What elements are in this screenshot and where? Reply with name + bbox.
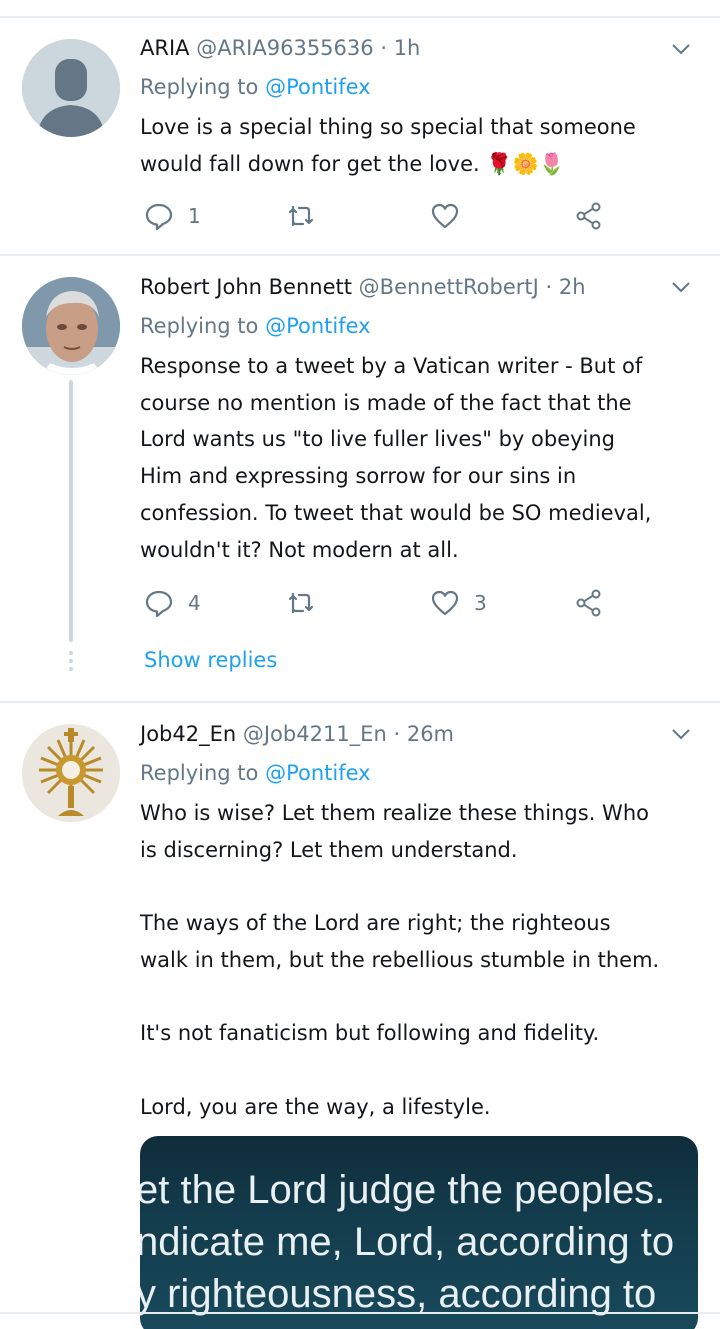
tweet-text: Who is wise? Let them realize these thin… xyxy=(140,795,698,1125)
tweet-media-image[interactable]: et the Lord judge the peoples. ndicate m… xyxy=(140,1136,698,1329)
action-bar: 4 3 xyxy=(140,586,620,620)
bottom-divider xyxy=(0,1312,720,1314)
user-handle[interactable]: @Job4211_En xyxy=(243,722,387,746)
tweet-text-line: Response to a tweet by a Vatican writer … xyxy=(140,354,643,378)
tweet-text-line xyxy=(140,868,698,905)
retweet-icon xyxy=(288,592,314,614)
tweet-text-line: It's not fanaticism but following and fi… xyxy=(140,1021,600,1046)
chevron-down-icon[interactable] xyxy=(670,723,692,745)
share-icon xyxy=(576,202,601,230)
heart-icon xyxy=(431,203,459,229)
share-button[interactable] xyxy=(574,586,604,620)
avatar-robert-john-bennett[interactable] xyxy=(22,277,120,375)
thread-dot xyxy=(69,659,73,663)
reply-count: 4 xyxy=(188,591,201,615)
user-handle[interactable]: @ARIA96355636 xyxy=(196,36,373,60)
tweet-text-line: Lord, you are the way, a lifestyle. xyxy=(140,1094,491,1119)
share-button[interactable] xyxy=(574,199,604,233)
tweet-text: Love is a special thing so special that … xyxy=(140,109,698,182)
thread-dot xyxy=(69,651,73,655)
like-button[interactable]: 3 xyxy=(430,586,487,620)
tweet-text-line: Love is a special thing so special that … xyxy=(140,115,636,139)
media-text-line: ndicate me, Lord, according to xyxy=(140,1220,675,1264)
tweet-text-line: is discerning? Let them understand. xyxy=(140,837,518,862)
like-button[interactable] xyxy=(430,199,460,233)
tweet-header: Job42_En @Job4211_En · 26m xyxy=(140,719,698,749)
avatar-default[interactable] xyxy=(22,39,120,137)
tweet-text-line: would fall down for get the love. 🌹🌼🌷 xyxy=(140,151,565,176)
tweet-divider xyxy=(0,701,720,703)
reply-icon xyxy=(145,590,173,618)
thread-dot xyxy=(69,667,73,671)
chevron-down-icon[interactable] xyxy=(670,276,692,298)
thread-line xyxy=(69,380,73,642)
reply-count: 1 xyxy=(188,204,201,228)
tweet-text-line: Who is wise? Let them realize these thin… xyxy=(140,801,649,825)
heart-icon xyxy=(431,590,459,616)
avatar-job42-en[interactable] xyxy=(22,724,120,822)
tweet-divider xyxy=(0,254,720,256)
display-name[interactable]: Robert John Bennett xyxy=(140,275,352,299)
tweet-text-line: Lord wants us "to live fuller lives" by … xyxy=(140,427,616,452)
top-divider xyxy=(0,16,720,18)
tweet-text-line: walk in them, but the rebellious stumble… xyxy=(140,947,660,972)
display-name[interactable]: ARIA xyxy=(140,36,190,60)
replying-to-line: Replying to @Pontifex xyxy=(140,72,698,102)
retweet-button[interactable] xyxy=(286,586,316,620)
tweet-text-line xyxy=(140,979,698,1016)
separator-dot: · xyxy=(380,36,387,60)
media-text-line: et the Lord judge the peoples. xyxy=(140,1168,666,1212)
display-name[interactable]: Job42_En xyxy=(140,722,236,746)
tweet-text-line: course no mention is made of the fact th… xyxy=(140,390,632,415)
replying-prefix: Replying to xyxy=(140,761,259,785)
timestamp[interactable]: 2h xyxy=(559,275,586,299)
tweet-text-line xyxy=(140,1052,698,1089)
separator-dot: · xyxy=(545,275,553,299)
replying-to-line: Replying to @Pontifex xyxy=(140,758,698,788)
tweet-header: ARIA @ARIA96355636 · 1h xyxy=(140,33,698,63)
default-user-icon xyxy=(22,39,120,137)
timestamp[interactable]: 26m xyxy=(407,722,454,746)
tweet-text: Response to a tweet by a Vatican writer … xyxy=(140,348,698,568)
reply-button[interactable]: 4 xyxy=(144,586,201,620)
tweet-text-line: The ways of the Lord are right; the righ… xyxy=(140,911,611,936)
separator-dot: · xyxy=(393,722,401,746)
tweet-text-line: confession. To tweet that would be SO me… xyxy=(140,500,652,525)
share-icon xyxy=(576,589,601,617)
mention-link[interactable]: @Pontifex xyxy=(265,75,371,99)
reply-icon xyxy=(145,203,173,231)
show-replies-link[interactable]: Show replies xyxy=(144,645,277,675)
monstrance-image xyxy=(22,724,120,822)
retweet-button[interactable] xyxy=(286,199,316,233)
tweet-header: Robert John Bennett @BennettRobertJ · 2h xyxy=(140,272,698,302)
mention-link[interactable]: @Pontifex xyxy=(265,761,371,785)
timestamp[interactable]: 1h xyxy=(394,36,421,60)
tweet-text-line: wouldn't it? Not modern at all. xyxy=(140,537,459,562)
replying-to-line: Replying to @Pontifex xyxy=(140,311,698,341)
chevron-down-icon[interactable] xyxy=(670,38,692,60)
profile-photo xyxy=(22,277,120,375)
like-count: 3 xyxy=(474,591,487,615)
action-bar: 1 xyxy=(140,199,620,233)
user-handle[interactable]: @BennettRobertJ xyxy=(359,275,539,299)
tweet-text-line: Him and expressing sorrow for our sins i… xyxy=(140,464,577,489)
retweet-icon xyxy=(288,205,314,227)
mention-link[interactable]: @Pontifex xyxy=(265,314,371,338)
media-text-line: y righteousness, according to xyxy=(140,1272,657,1316)
replying-prefix: Replying to xyxy=(140,314,259,338)
reply-button[interactable]: 1 xyxy=(144,199,201,233)
replying-prefix: Replying to xyxy=(140,75,259,99)
